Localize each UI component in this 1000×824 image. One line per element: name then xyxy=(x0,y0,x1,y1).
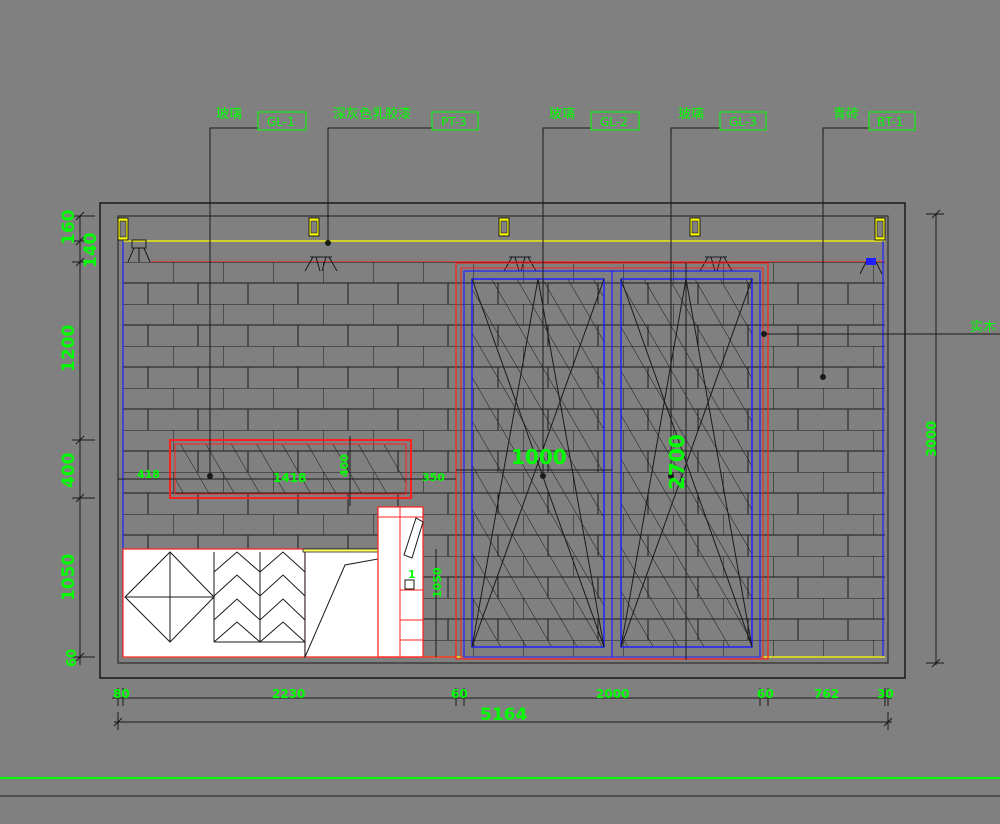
material-label-name: 玻璃 xyxy=(216,107,242,122)
material-label-name: 玻璃 xyxy=(549,107,575,122)
material-label-code: PT-3 xyxy=(441,115,466,129)
left-dim-label: 400 xyxy=(59,452,79,488)
window-dim-right: 350 xyxy=(422,471,445,484)
door-height-label: 2700 xyxy=(665,434,689,490)
material-label-code: GL-3 xyxy=(729,115,757,129)
window-dim-width: 1418 xyxy=(273,471,306,485)
bottom-dim-label: 60 xyxy=(451,687,468,701)
cabinet-mark-label: 1 xyxy=(408,568,416,581)
total-width-label: 5164 xyxy=(480,705,527,725)
door-width-label: 1000 xyxy=(511,445,567,469)
bottom-dim-label: 80 xyxy=(113,687,130,701)
ceiling-joists xyxy=(118,218,885,240)
material-label-name: 青砖 xyxy=(833,107,859,122)
window-dim-left: 418 xyxy=(137,468,160,481)
outlet-icon xyxy=(405,580,414,589)
material-label-code: BT-1 xyxy=(877,115,903,129)
bottom-dim-label: 762 xyxy=(814,687,839,701)
left-dim-label: 1050 xyxy=(59,554,79,601)
left-dim-label: 60 xyxy=(65,649,80,667)
left-dim-label: 140 xyxy=(81,232,101,268)
material-label-code: GL-2 xyxy=(600,115,628,129)
window-dim-height: 400 xyxy=(338,454,351,477)
left-dim-label: 1200 xyxy=(59,325,79,372)
side-material-label: 实木 xyxy=(970,320,996,335)
bottom-dim-label: 2000 xyxy=(596,687,629,701)
counter-dim-label: 1050 xyxy=(431,567,444,598)
material-label-name: 玻璃 xyxy=(678,107,704,122)
wall-elevation-drawing: 玻璃 GL-1 深灰色乳胶漆 PT-3 玻璃 GL-2 玻璃 GL-3 青砖 B… xyxy=(0,0,1000,820)
spotlight-icon xyxy=(866,258,876,265)
material-label-code: GL-1 xyxy=(267,115,295,129)
right-dim-label: 3000 xyxy=(925,421,940,457)
left-dim-label: 160 xyxy=(59,209,79,245)
bottom-dim-label: 60 xyxy=(757,687,774,701)
cad-drawing-canvas[interactable]: 玻璃 GL-1 深灰色乳胶漆 PT-3 玻璃 GL-2 玻璃 GL-3 青砖 B… xyxy=(0,0,1000,820)
material-label-name: 深灰色乳胶漆 xyxy=(333,106,411,122)
bottom-dim-label: 2230 xyxy=(272,687,305,701)
bottom-dim-label: 30 xyxy=(877,687,894,701)
